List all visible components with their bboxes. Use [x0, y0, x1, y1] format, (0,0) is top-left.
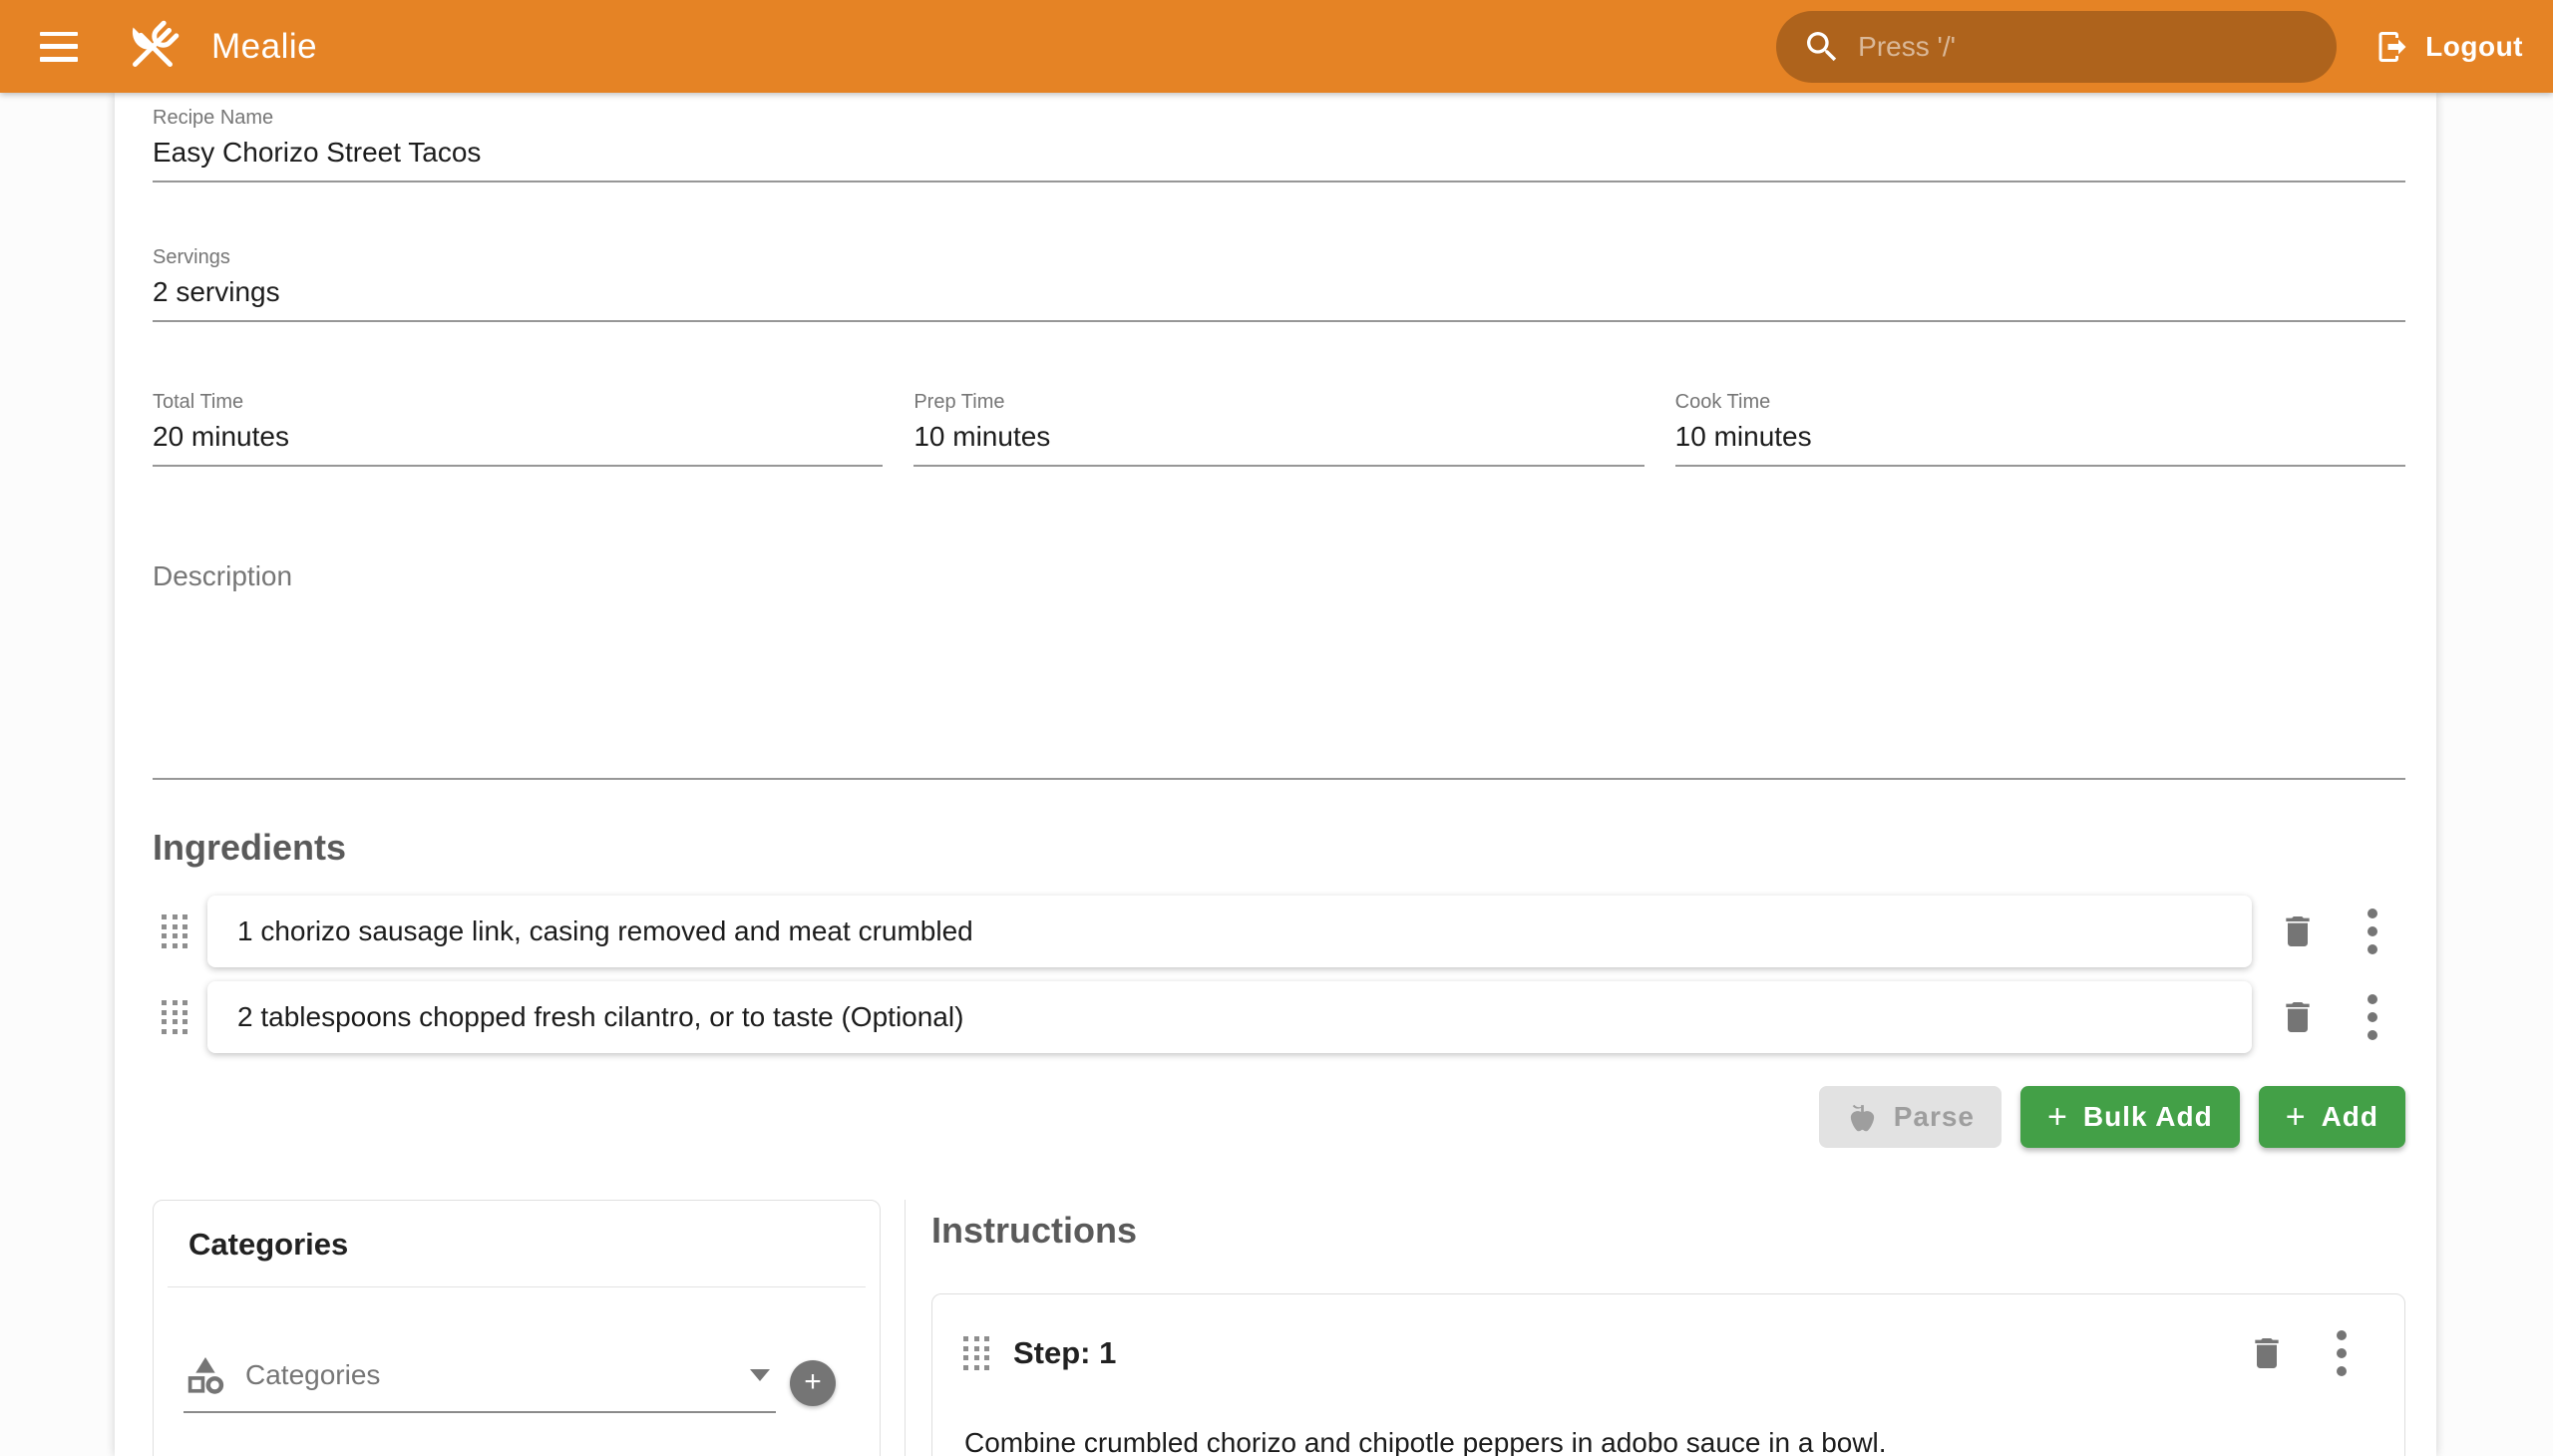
- servings-label: Servings: [153, 244, 2405, 270]
- parse-button[interactable]: Parse: [1819, 1086, 2002, 1148]
- categories-divider: [168, 1286, 866, 1287]
- categories-select-label: Categories: [245, 1359, 732, 1391]
- caret-down-icon: [750, 1369, 770, 1381]
- bulk-add-button[interactable]: + Bulk Add: [2020, 1086, 2240, 1148]
- apple-icon: [1846, 1101, 1879, 1134]
- step-title-row: Step: 1: [948, 1330, 2374, 1376]
- add-label: Add: [2322, 1101, 2378, 1133]
- servings-field: Servings: [153, 232, 2405, 322]
- ingredient-list: [153, 896, 2405, 1053]
- recipe-editor-card: Recipe Name Servings Total Time Prep Tim…: [115, 93, 2436, 1456]
- search-input[interactable]: [1858, 31, 2311, 63]
- trash-icon: [2278, 997, 2318, 1037]
- time-fields-row: Total Time Prep Time Cook Time: [153, 377, 2405, 467]
- search-box[interactable]: [1776, 11, 2337, 83]
- trash-icon: [2247, 1333, 2287, 1373]
- recipe-name-field: Recipe Name: [153, 93, 2405, 182]
- categories-select-row: Categories +: [154, 1353, 880, 1413]
- step-card: Step: 1 Combine crumbled chorizo and chi…: [931, 1293, 2405, 1456]
- bottom-section: Categories Categories +: [153, 1200, 2405, 1456]
- drag-handle-icon[interactable]: [963, 1336, 989, 1370]
- app-title: Mealie: [211, 27, 317, 67]
- app-header: Mealie Logout: [0, 0, 2553, 93]
- add-ingredient-button[interactable]: + Add: [2259, 1086, 2405, 1148]
- cook-time-field: Cook Time: [1675, 377, 2405, 467]
- ingredient-field: [207, 981, 2252, 1053]
- prep-time-input[interactable]: [913, 415, 1643, 459]
- drag-handle-icon[interactable]: [162, 914, 187, 948]
- search-icon: [1802, 27, 1842, 67]
- ingredient-menu-button[interactable]: [2368, 909, 2377, 954]
- total-time-field: Total Time: [153, 377, 883, 467]
- menu-icon[interactable]: [40, 32, 78, 62]
- delete-step-button[interactable]: [2247, 1333, 2287, 1373]
- ingredient-field: [207, 896, 2252, 967]
- ingredient-row: [153, 896, 2405, 967]
- mealie-logo-icon[interactable]: [120, 14, 185, 80]
- servings-input[interactable]: [153, 270, 2405, 314]
- step-text-input[interactable]: Combine crumbled chorizo and chipotle pe…: [964, 1422, 2374, 1456]
- description-textarea[interactable]: Description: [153, 519, 2405, 780]
- ingredient-input[interactable]: [207, 1001, 2252, 1033]
- logout-button[interactable]: Logout: [2374, 29, 2523, 65]
- instructions-heading: Instructions: [931, 1210, 2405, 1252]
- ingredient-input[interactable]: [207, 915, 2252, 947]
- logout-label: Logout: [2425, 31, 2523, 63]
- ingredient-menu-button[interactable]: [2368, 994, 2377, 1040]
- step-menu-button[interactable]: [2337, 1330, 2347, 1376]
- delete-ingredient-button[interactable]: [2278, 997, 2318, 1037]
- cook-time-input[interactable]: [1675, 415, 2405, 459]
- plus-icon: +: [2286, 1100, 2307, 1134]
- delete-ingredient-button[interactable]: [2278, 911, 2318, 951]
- plus-icon: +: [804, 1367, 822, 1397]
- prep-time-field: Prep Time: [913, 377, 1643, 467]
- categories-column: Categories Categories +: [153, 1200, 881, 1456]
- total-time-label: Total Time: [153, 389, 883, 415]
- recipe-name-input[interactable]: [153, 131, 2405, 175]
- parse-label: Parse: [1894, 1101, 1975, 1133]
- instructions-column: Instructions Step: 1: [931, 1200, 2405, 1456]
- plus-icon: +: [2047, 1100, 2068, 1134]
- bulk-add-label: Bulk Add: [2083, 1101, 2213, 1133]
- prep-time-label: Prep Time: [913, 389, 1643, 415]
- categories-title: Categories: [188, 1227, 880, 1263]
- total-time-input[interactable]: [153, 415, 883, 459]
- step-title: Step: 1: [1013, 1335, 1116, 1371]
- description-label: Description: [153, 560, 2405, 592]
- recipe-name-label: Recipe Name: [153, 105, 2405, 131]
- shapes-icon: [183, 1353, 227, 1397]
- cook-time-label: Cook Time: [1675, 389, 2405, 415]
- trash-icon: [2278, 911, 2318, 951]
- add-category-button[interactable]: +: [790, 1360, 836, 1406]
- categories-select[interactable]: Categories: [183, 1353, 776, 1413]
- drag-handle-icon[interactable]: [162, 1000, 187, 1034]
- ingredient-actions: Parse + Bulk Add + Add: [153, 1086, 2405, 1148]
- ingredients-heading: Ingredients: [153, 827, 2405, 869]
- column-divider: [905, 1200, 906, 1456]
- logout-icon: [2374, 29, 2410, 65]
- ingredient-row: [153, 981, 2405, 1053]
- categories-card: Categories Categories +: [153, 1200, 881, 1456]
